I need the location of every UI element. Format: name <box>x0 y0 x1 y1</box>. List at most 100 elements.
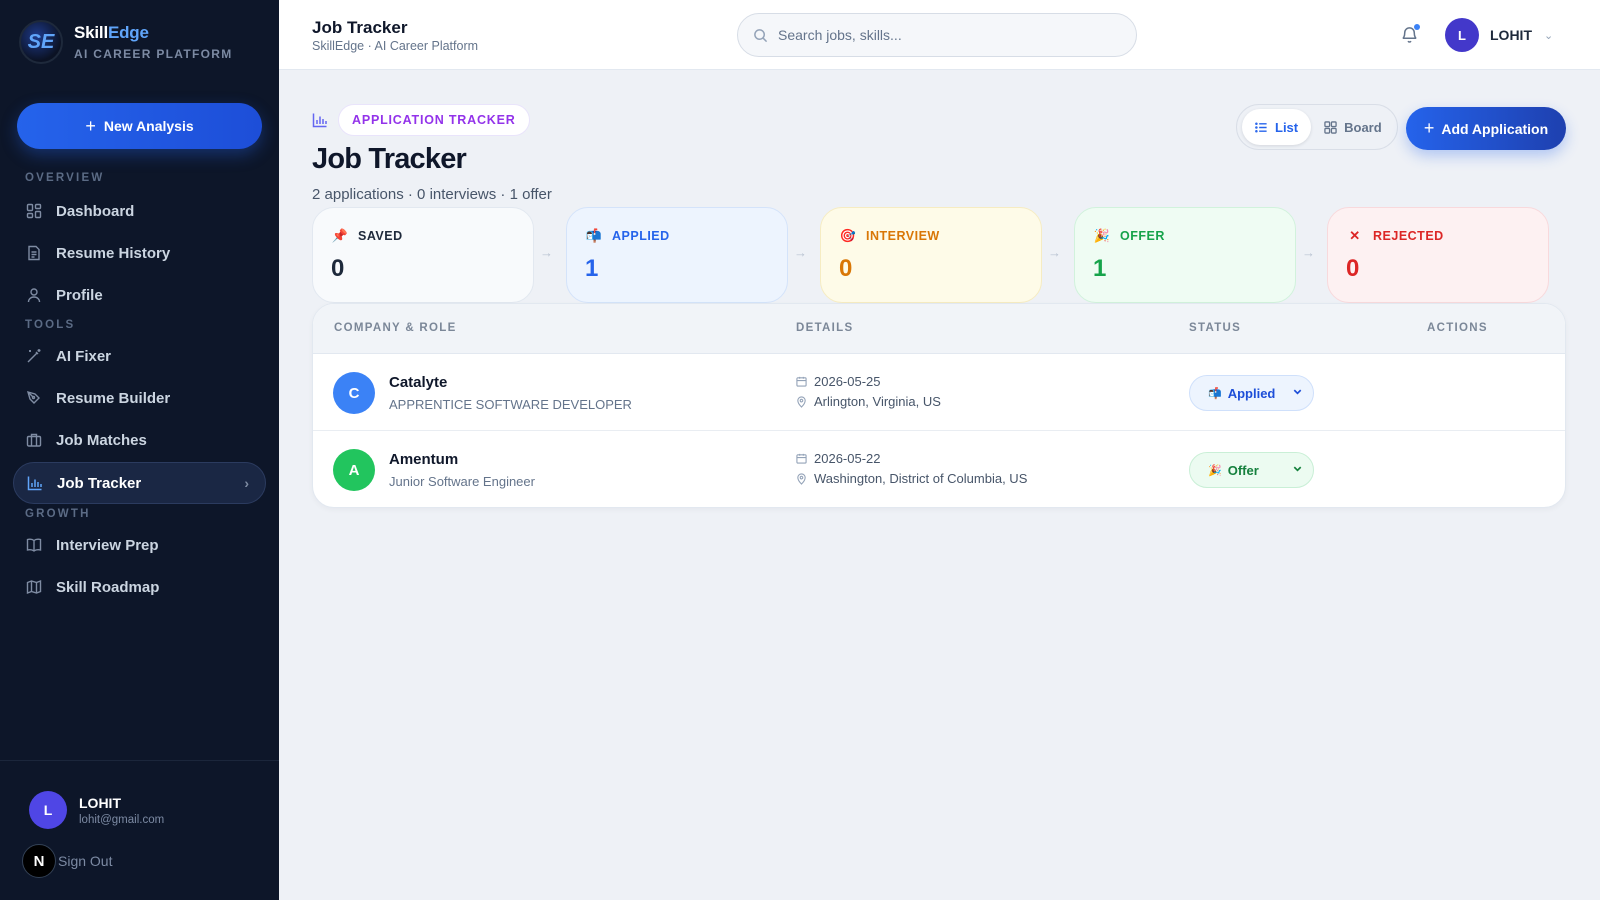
close-icon: ✕ <box>1349 228 1361 243</box>
location-pin-icon <box>796 395 808 408</box>
sidebar-item-label: Resume History <box>56 244 171 262</box>
date-text: 2026-05-22 <box>814 451 881 466</box>
mailbox-icon: 📬 <box>585 228 603 243</box>
party-icon: 🎉 <box>1093 228 1111 243</box>
stage-count: 1 <box>585 255 599 282</box>
brand-name: SkillEdge <box>74 23 149 42</box>
sidebar-item-job-matches[interactable]: Job Matches <box>13 419 266 461</box>
map-icon <box>25 579 42 596</box>
sidebar-item-label: Job Tracker <box>57 474 142 492</box>
stage-count: 0 <box>839 255 853 282</box>
stage-label: APPLIED <box>612 229 670 243</box>
book-icon <box>25 537 42 554</box>
add-application-label: Add Application <box>1441 120 1549 137</box>
list-view-button[interactable]: List <box>1242 109 1312 145</box>
new-analysis-label: New Analysis <box>103 118 194 134</box>
table-header: COMPANY & ROLE DETAILS STATUS ACTIONS <box>313 304 1565 354</box>
pin-icon: 📌 <box>331 228 349 243</box>
briefcase-icon <box>25 432 42 449</box>
page-stats: 2 applications · 0 interviews · 1 offer <box>312 186 552 203</box>
arrow-right-icon: → <box>794 245 807 260</box>
page-title: Job Tracker <box>312 143 467 175</box>
notification-dot <box>1414 24 1420 30</box>
table-row[interactable]: C Catalyte APPRENTICE SOFTWARE DEVELOPER 20… <box>313 354 1565 431</box>
top-bar: Job Tracker SkillEdge · AI Career Platfo… <box>279 0 1600 70</box>
sidebar-item-label: AI Fixer <box>56 347 112 365</box>
column-header-actions: ACTIONS <box>1427 322 1488 334</box>
header-title: Job Tracker <box>312 18 408 37</box>
user-email: lohit@gmail.com <box>79 813 165 826</box>
stage-label: INTERVIEW <box>866 229 940 243</box>
arrow-right-icon: → <box>540 245 553 260</box>
bar-chart-icon <box>312 112 328 133</box>
arrow-right-icon: → <box>1302 245 1315 260</box>
user-icon <box>25 287 42 304</box>
list-view-label: List <box>1275 119 1299 135</box>
status-value: Offer <box>1227 462 1259 478</box>
sidebar-item-skill-roadmap[interactable]: Skill Roadmap <box>13 566 266 608</box>
job-role: Junior Software Engineer <box>389 474 535 489</box>
applied-date: 2026-05-22 <box>796 451 881 466</box>
user-name: LOHIT <box>79 794 121 811</box>
board-view-button[interactable]: Board <box>1311 109 1395 145</box>
sidebar-item-profile[interactable]: Profile <box>13 274 266 316</box>
search-input[interactable] <box>778 27 1108 43</box>
stage-label: SAVED <box>358 229 403 243</box>
pen-tool-icon <box>25 390 42 407</box>
column-header-status: STATUS <box>1189 322 1242 334</box>
status-icon: 📬 <box>1208 387 1222 400</box>
n-badge-icon: N <box>22 844 56 878</box>
stage-card-saved[interactable]: 📌 SAVED 0 <box>312 207 534 303</box>
table-row[interactable]: A Amentum Junior Software Engineer 2026-05-… <box>313 431 1565 507</box>
add-application-button[interactable]: + Add Application <box>1406 107 1566 150</box>
status-select[interactable]: 📬 Applied <box>1189 375 1314 411</box>
stage-label: REJECTED <box>1373 229 1444 243</box>
status-value: Applied <box>1227 385 1276 401</box>
user-menu[interactable]: L LOHIT ⌄ <box>1445 18 1553 52</box>
board-view-label: Board <box>1344 119 1382 135</box>
sign-out-label: Sign Out <box>58 853 113 869</box>
stage-card-rejected[interactable]: ✕ REJECTED 0 <box>1327 207 1549 303</box>
status-select[interactable]: 🎉 Offer <box>1189 452 1314 488</box>
sidebar-item-resume-builder[interactable]: Resume Builder <box>13 377 266 419</box>
new-analysis-button[interactable]: + New Analysis <box>17 103 262 149</box>
grid-icon <box>1324 120 1337 134</box>
stage-count: 1 <box>1093 255 1107 282</box>
notifications-button[interactable] <box>1397 22 1421 46</box>
calendar-icon <box>796 376 808 387</box>
sidebar-item-interview-prep[interactable]: Interview Prep <box>13 524 266 566</box>
header-subtitle: SkillEdge · AI Career Platform <box>312 39 479 53</box>
search-bar[interactable] <box>737 13 1137 57</box>
job-location: Arlington, Virginia, US <box>796 394 941 409</box>
stage-card-offer[interactable]: 🎉 OFFER 1 <box>1074 207 1296 303</box>
document-icon <box>25 245 42 262</box>
sidebar-item-label: Dashboard <box>56 202 135 220</box>
brand-tagline: AI CAREER PLATFORM <box>74 47 233 61</box>
stage-card-applied[interactable]: 📬 APPLIED 1 <box>566 207 788 303</box>
dashboard-icon <box>25 203 42 220</box>
nav-section-tools: TOOLS <box>25 319 76 331</box>
brand-logo: SE <box>19 20 63 64</box>
avatar: L <box>29 791 67 829</box>
sign-out-button[interactable]: N Sign Out <box>22 844 112 878</box>
sidebar-item-dashboard[interactable]: Dashboard <box>13 190 266 232</box>
sidebar-item-job-tracker[interactable]: Job Tracker › <box>13 462 266 504</box>
location-pin-icon <box>796 472 808 485</box>
sidebar-item-label: Interview Prep <box>56 536 159 554</box>
stage-card-interview[interactable]: 🎯 INTERVIEW 0 <box>820 207 1042 303</box>
sidebar-item-ai-fixer[interactable]: AI Fixer <box>13 335 266 377</box>
sidebar-item-resume-history[interactable]: Resume History <box>13 232 266 274</box>
user-name: LOHIT <box>1490 27 1532 43</box>
sidebar-user[interactable]: L LOHIT lohit@gmail.com <box>29 791 164 829</box>
brand[interactable]: SE SkillEdge AI CAREER PLATFORM <box>19 20 233 64</box>
nav-section-overview: OVERVIEW <box>25 172 105 184</box>
sidebar-divider <box>0 760 279 761</box>
applied-date: 2026-05-25 <box>796 374 881 389</box>
stage-label: OFFER <box>1120 229 1165 243</box>
location-text: Washington, District of Columbia, US <box>814 471 1028 486</box>
sidebar-item-label: Skill Roadmap <box>56 578 160 596</box>
company-avatar: C <box>333 372 375 414</box>
location-text: Arlington, Virginia, US <box>814 394 941 409</box>
date-text: 2026-05-25 <box>814 374 881 389</box>
magic-wand-icon <box>25 348 42 365</box>
